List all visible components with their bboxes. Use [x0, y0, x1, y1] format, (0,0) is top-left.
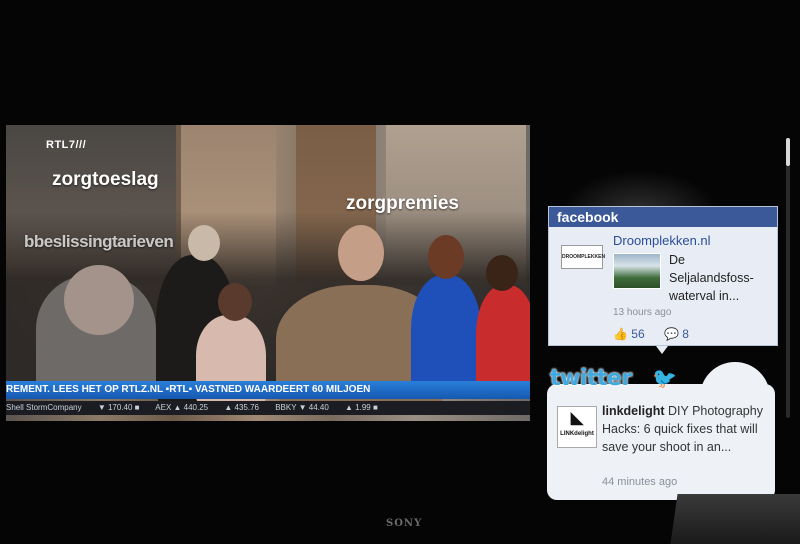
overlay-caption: zorgtoeslag [52, 169, 159, 190]
tv-brand-logo: SONY [386, 518, 423, 529]
ticker-text: REMENT. LEES HET OP RTLZ.NL ▪RTL▪ VASTNE… [6, 384, 371, 395]
scrollbar-thumb[interactable] [786, 138, 790, 166]
person-figure [476, 285, 530, 395]
device-stand [670, 494, 800, 544]
avatar-logo-icon: ◣ [570, 410, 584, 427]
video-player[interactable]: RTL7/// zorgtoeslag zorgpremies bbesliss… [6, 125, 530, 421]
like-count-value: 56 [631, 327, 645, 341]
post-stats: 👍 56 💬 8 [613, 327, 705, 341]
thumbs-up-icon: 👍 [613, 327, 628, 341]
tweet-username[interactable]: linkdelight [602, 404, 665, 418]
card-pointer-icon [656, 346, 668, 354]
stock-item: ▲ 1.99 ■ [345, 403, 378, 412]
facebook-post-card[interactable]: facebook DROOMPLEKKEN Droomplekken.nl De… [548, 206, 778, 346]
page-avatar: DROOMPLEKKEN [561, 245, 606, 269]
avatar-text: LINKdelight [560, 431, 594, 437]
stock-item: Shell StormCompany [6, 403, 82, 412]
user-avatar[interactable]: ◣ LINKdelight [557, 406, 597, 448]
news-ticker: REMENT. LEES HET OP RTLZ.NL ▪RTL▪ VASTNE… [6, 381, 530, 399]
twitter-bird-icon: 🐦 [652, 368, 677, 390]
social-scrollbar[interactable] [786, 138, 790, 418]
channel-logo: RTL7/// [46, 139, 87, 151]
facebook-header: facebook [549, 207, 777, 227]
twitter-logo: twitter [550, 366, 632, 391]
stock-item: ▲ 435.76 [224, 403, 259, 412]
overlay-caption: zorgpremies [346, 193, 459, 214]
post-text: De Seljalandsfoss-waterval in... [669, 253, 754, 303]
stock-item: BBKY ▼ 44.40 [275, 403, 329, 412]
person-head [486, 255, 518, 291]
comment-count-value: 8 [682, 327, 689, 341]
person-head [428, 235, 464, 279]
person-head [64, 265, 134, 335]
person-head [188, 225, 220, 261]
stock-item: AEX ▲ 440.25 [155, 403, 209, 412]
comment-icon: 💬 [664, 327, 679, 341]
page-avatar-text: DROOMPLEKKEN [562, 254, 606, 260]
page-name-link[interactable]: Droomplekken.nl [613, 233, 711, 248]
stock-item: ▼ 170.40 ■ [97, 403, 140, 412]
person-head [218, 283, 252, 321]
person-figure [411, 275, 481, 395]
overlay-caption: bbeslissingtarieven [24, 232, 174, 251]
person-head [338, 225, 384, 281]
post-timestamp: 13 hours ago [613, 307, 672, 318]
comment-count[interactable]: 💬 8 [664, 327, 689, 341]
tweet-timestamp: 44 minutes ago [602, 476, 678, 488]
like-count[interactable]: 👍 56 [613, 327, 648, 341]
stock-ticker: Shell StormCompany ▼ 170.40 ■ AEX ▲ 440.… [6, 401, 530, 415]
tweet-content: linkdelight DIY Photography Hacks: 6 qui… [602, 402, 772, 456]
post-thumbnail[interactable] [613, 253, 661, 289]
